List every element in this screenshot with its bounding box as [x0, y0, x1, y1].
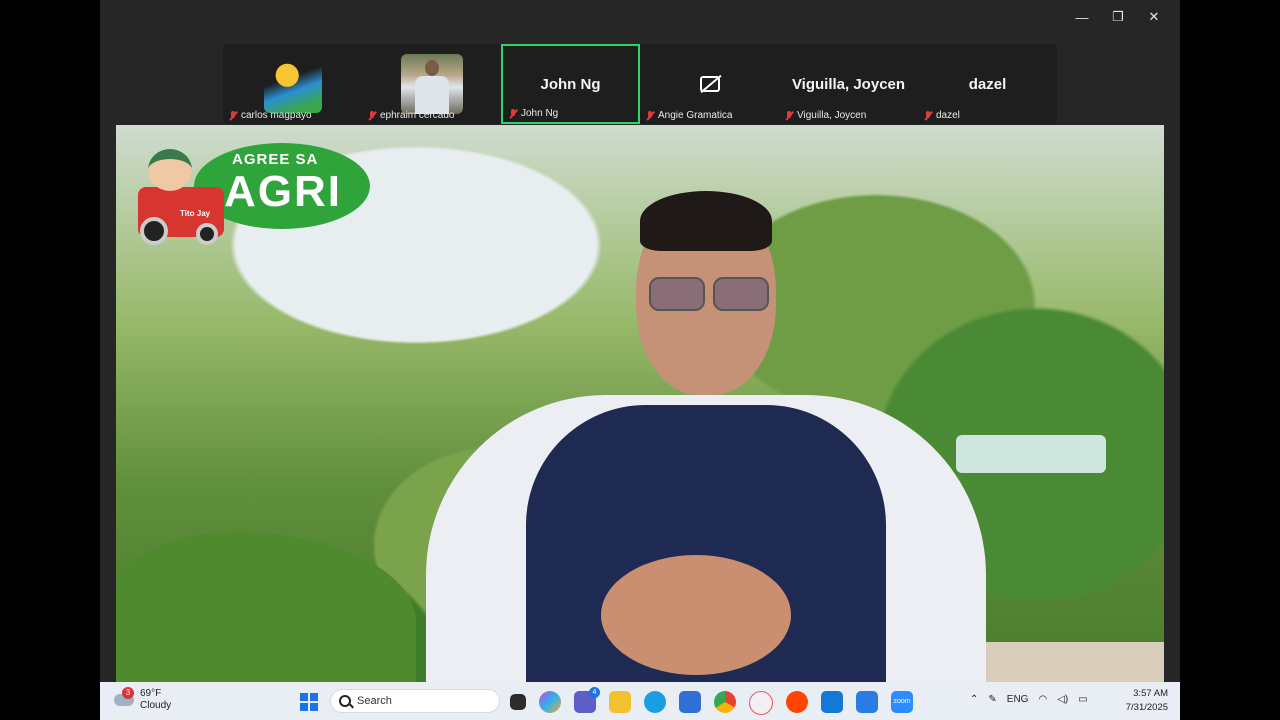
copilot-icon[interactable]: [539, 691, 561, 713]
close-button[interactable]: ✕: [1136, 6, 1172, 28]
store-icon[interactable]: [679, 691, 701, 713]
start-button[interactable]: [300, 693, 318, 711]
participant-name: John Ng: [521, 108, 559, 119]
mic-muted-icon: [646, 111, 654, 120]
search-icon: [339, 695, 351, 707]
camera-off-icon: [699, 76, 720, 92]
participant-name: Angie Gramatica: [658, 110, 733, 121]
battery-icon[interactable]: ▭: [1078, 694, 1087, 705]
main-video[interactable]: AGREE SA AGRI Tito Jay: [116, 125, 1164, 682]
sun-globe-avatar: [263, 55, 322, 113]
mic-muted-icon: [229, 111, 237, 120]
volume-icon[interactable]: ◁): [1057, 694, 1068, 705]
participant-tile-viguilla[interactable]: Viguilla, Joycen Viguilla, Joycen: [779, 44, 918, 124]
language-indicator[interactable]: ENG: [1007, 694, 1029, 705]
edge-icon[interactable]: [644, 691, 666, 713]
participant-tile-john[interactable]: John Ng John Ng: [501, 44, 640, 124]
windows-taskbar: 3 69°F Cloudy Search 4 zoom ⌃ ✎ ENG ◠ ◁)…: [100, 682, 1180, 720]
hedge-background: [116, 532, 416, 682]
teams-icon[interactable]: 4: [574, 687, 600, 713]
taskbar-clock[interactable]: 3:57 AM 7/31/2025: [1126, 687, 1168, 715]
participant-big-name: Viguilla, Joycen: [791, 75, 906, 93]
participant-big-name: dazel: [968, 75, 1007, 93]
minimize-button[interactable]: —: [1064, 6, 1100, 28]
pen-icon[interactable]: ✎: [988, 694, 996, 705]
outlook-icon[interactable]: [821, 691, 843, 713]
file-explorer-icon[interactable]: [609, 691, 631, 713]
taskbar-apps: 4 zoom: [510, 687, 913, 715]
window-controls: — ❐ ✕: [1064, 6, 1172, 28]
calendar-icon[interactable]: [856, 691, 878, 713]
task-view-icon[interactable]: [510, 694, 526, 710]
participant-name: dazel: [936, 110, 960, 121]
mic-muted-icon: [785, 111, 793, 120]
clock-time: 3:57 AM: [1133, 688, 1168, 699]
wifi-icon[interactable]: ◠: [1038, 694, 1047, 705]
participant-big-name: John Ng: [540, 75, 601, 93]
participant-tile-dazel[interactable]: dazel dazel: [918, 44, 1057, 124]
participant-name: ephraim cercado: [380, 110, 455, 121]
app-q-icon[interactable]: [749, 691, 773, 715]
agree-sa-agri-logo: AGREE SA AGRI Tito Jay: [134, 139, 374, 249]
restore-button[interactable]: ❐: [1100, 6, 1136, 28]
participant-name: Viguilla, Joycen: [797, 110, 867, 121]
clock-date: 7/31/2025: [1125, 702, 1168, 713]
mic-muted-icon: [924, 111, 932, 120]
zoom-icon[interactable]: zoom: [891, 691, 913, 713]
cloud-icon: 3: [114, 687, 134, 706]
speaker-person: [416, 191, 996, 682]
participant-tile-carlos[interactable]: carlos magpayo: [223, 44, 362, 124]
weather-condition: Cloudy: [140, 700, 172, 711]
search-placeholder: Search: [357, 695, 392, 707]
weather-temp: 69°F: [140, 688, 162, 699]
weather-widget[interactable]: 3 69°F Cloudy: [114, 687, 172, 712]
participant-strip: carlos magpayo ephraim cercado John Ng J…: [223, 44, 1057, 124]
system-tray: ⌃ ✎ ENG ◠ ◁) ▭: [970, 694, 1088, 705]
mascot-head: [148, 149, 192, 191]
chrome-icon[interactable]: [714, 691, 736, 713]
sunglasses: [649, 277, 769, 311]
mic-muted-icon: [509, 109, 517, 118]
profile-photo: [400, 54, 463, 114]
participant-tile-ephraim[interactable]: ephraim cercado: [362, 44, 501, 124]
chevron-up-icon[interactable]: ⌃: [970, 694, 978, 705]
zoom-window: — ❐ ✕ carlos magpayo ephraim cercado Joh…: [100, 0, 1180, 720]
taskbar-search[interactable]: Search: [330, 689, 500, 713]
reddit-icon[interactable]: [786, 691, 808, 713]
participant-name: carlos magpayo: [241, 110, 312, 121]
mic-muted-icon: [368, 111, 376, 120]
participant-tile-angie[interactable]: Angie Gramatica: [640, 44, 779, 124]
notification-badge: 3: [122, 687, 134, 699]
